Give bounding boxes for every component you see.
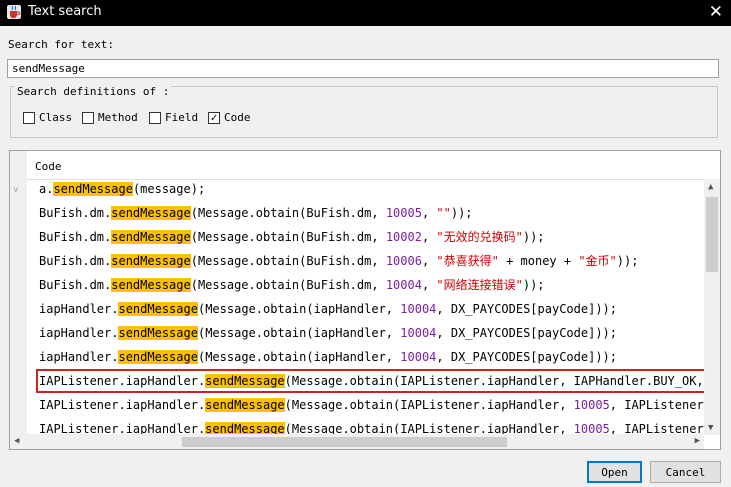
code-suffix: (Message.obtain(iapHandler, 10004, DX_PA… (197, 302, 618, 316)
match-highlight: sendMessage (111, 206, 191, 220)
window-title: Text search (28, 4, 102, 19)
vertical-scroll-thumb[interactable] (706, 197, 718, 272)
match-highlight: sendMessage (118, 326, 198, 340)
code-checkbox-label: Code (224, 111, 251, 124)
code-suffix: (Message.obtain(IAPListener.iapHandler, … (284, 422, 704, 434)
code-suffix: (Message.obtain(IAPListener.iapHandler, … (284, 374, 704, 388)
code-suffix: (Message.obtain(BuFish.dm, 10004, "网络连接错… (190, 278, 545, 292)
result-row[interactable]: IAPListener.iapHandler.sendMessage(Messa… (36, 369, 704, 393)
field-checkbox[interactable] (149, 111, 161, 124)
field-checkbox-label: Field (165, 111, 199, 124)
match-highlight: sendMessage (53, 182, 133, 196)
code-prefix: IAPListener.iapHandler. (39, 374, 206, 388)
class-checkbox-option[interactable]: Class (23, 111, 72, 124)
vertical-scrollbar[interactable]: ▲ ▼ (704, 179, 720, 435)
result-row[interactable]: iapHandler.sendMessage(Message.obtain(ia… (27, 321, 704, 345)
checkmark-icon: ✓ (210, 111, 218, 124)
result-code-text: BuFish.dm.sendMessage(Message.obtain(BuF… (39, 273, 545, 297)
result-code-text: iapHandler.sendMessage(Message.obtain(ia… (39, 345, 617, 369)
result-code-text: BuFish.dm.sendMessage(Message.obtain(BuF… (39, 201, 473, 225)
code-suffix: (message); (132, 182, 206, 196)
result-code-text: IAPListener.iapHandler.sendMessage(Messa… (39, 371, 704, 391)
result-code-text: a.sendMessage(message); (39, 179, 205, 201)
search-definitions-group: Search definitions of : Class Method Fie… (10, 85, 718, 138)
results-rows: a.sendMessage(message); BuFish.dm.sendMes… (27, 179, 704, 434)
search-input[interactable] (7, 59, 719, 78)
code-prefix: iapHandler. (39, 350, 119, 364)
result-row[interactable]: BuFish.dm.sendMessage(Message.obtain(BuF… (27, 201, 704, 225)
java-cup-icon (7, 5, 21, 19)
match-highlight: sendMessage (111, 254, 191, 268)
column-header-code[interactable]: Code (27, 151, 704, 180)
match-highlight: sendMessage (111, 278, 191, 292)
code-prefix: a. (39, 182, 54, 196)
code-checkbox[interactable]: ✓ (208, 111, 220, 124)
close-icon[interactable]: ✕ (709, 2, 723, 22)
code-prefix: BuFish.dm. (39, 254, 112, 268)
code-prefix: IAPListener.iapHandler. (39, 398, 206, 412)
cancel-button[interactable]: Cancel (650, 461, 721, 483)
result-code-text: IAPListener.iapHandler.sendMessage(Messa… (39, 393, 704, 417)
code-suffix: (Message.obtain(iapHandler, 10004, DX_PA… (197, 326, 618, 340)
match-highlight: sendMessage (205, 374, 285, 388)
match-highlight: sendMessage (118, 350, 198, 364)
result-code-text: iapHandler.sendMessage(Message.obtain(ia… (39, 321, 617, 345)
scroll-up-icon[interactable]: ▲ (708, 182, 713, 192)
title-bar: Text search ✕ (0, 0, 731, 26)
match-highlight: sendMessage (118, 302, 198, 316)
result-row[interactable]: IAPListener.iapHandler.sendMessage(Messa… (27, 417, 704, 434)
class-checkbox[interactable] (23, 111, 35, 124)
code-prefix: BuFish.dm. (39, 206, 112, 220)
result-row[interactable]: iapHandler.sendMessage(Message.obtain(ia… (27, 345, 704, 369)
results-gutter: v (10, 151, 27, 449)
result-row[interactable]: BuFish.dm.sendMessage(Message.obtain(BuF… (27, 225, 704, 249)
code-suffix: (Message.obtain(iapHandler, 10004, DX_PA… (197, 350, 618, 364)
code-prefix: IAPListener.iapHandler. (39, 422, 206, 434)
code-suffix: (Message.obtain(BuFish.dm, 10006, "恭喜获得"… (190, 254, 639, 268)
result-row[interactable]: BuFish.dm.sendMessage(Message.obtain(BuF… (27, 249, 704, 273)
code-prefix: iapHandler. (39, 326, 119, 340)
code-suffix: (Message.obtain(BuFish.dm, 10005, "")); (190, 206, 473, 220)
result-code-text: iapHandler.sendMessage(Message.obtain(ia… (39, 297, 617, 321)
result-row[interactable]: a.sendMessage(message); (27, 179, 704, 201)
search-label: Search for text: (8, 38, 114, 51)
match-highlight: sendMessage (111, 230, 191, 244)
result-row[interactable]: iapHandler.sendMessage(Message.obtain(ia… (27, 297, 704, 321)
code-prefix: BuFish.dm. (39, 230, 112, 244)
search-definitions-legend: Search definitions of : (15, 85, 172, 98)
result-code-text: IAPListener.iapHandler.sendMessage(Messa… (39, 417, 704, 434)
code-checkbox-option[interactable]: ✓ Code (208, 111, 251, 124)
gutter-mark: v (13, 185, 19, 195)
code-prefix: iapHandler. (39, 302, 119, 316)
scroll-right-icon[interactable]: ▶ (695, 436, 700, 446)
match-highlight: sendMessage (205, 398, 285, 412)
method-checkbox-label: Method (98, 111, 138, 124)
result-code-text: BuFish.dm.sendMessage(Message.obtain(BuF… (39, 249, 638, 273)
column-header-label: Code (35, 160, 62, 173)
results-table: v Code a.sendMessage(message); BuFish.dm.… (9, 150, 721, 450)
horizontal-scroll-thumb[interactable] (182, 437, 507, 447)
code-prefix: BuFish.dm. (39, 278, 112, 292)
code-suffix: (Message.obtain(IAPListener.iapHandler, … (284, 398, 704, 412)
code-suffix: (Message.obtain(BuFish.dm, 10002, "无效的兑换… (190, 230, 545, 244)
result-row[interactable]: BuFish.dm.sendMessage(Message.obtain(BuF… (27, 273, 704, 297)
result-row[interactable]: IAPListener.iapHandler.sendMessage(Messa… (27, 393, 704, 417)
result-code-text: BuFish.dm.sendMessage(Message.obtain(BuF… (39, 225, 545, 249)
field-checkbox-option[interactable]: Field (149, 111, 198, 124)
match-highlight: sendMessage (205, 422, 285, 434)
open-button[interactable]: Open (587, 461, 642, 483)
scroll-down-icon[interactable]: ▼ (708, 423, 713, 433)
horizontal-scrollbar[interactable]: ◀ ▶ (10, 434, 704, 449)
method-checkbox[interactable] (82, 111, 94, 124)
scroll-left-icon[interactable]: ◀ (14, 436, 19, 446)
class-checkbox-label: Class (39, 111, 73, 124)
method-checkbox-option[interactable]: Method (82, 111, 138, 124)
